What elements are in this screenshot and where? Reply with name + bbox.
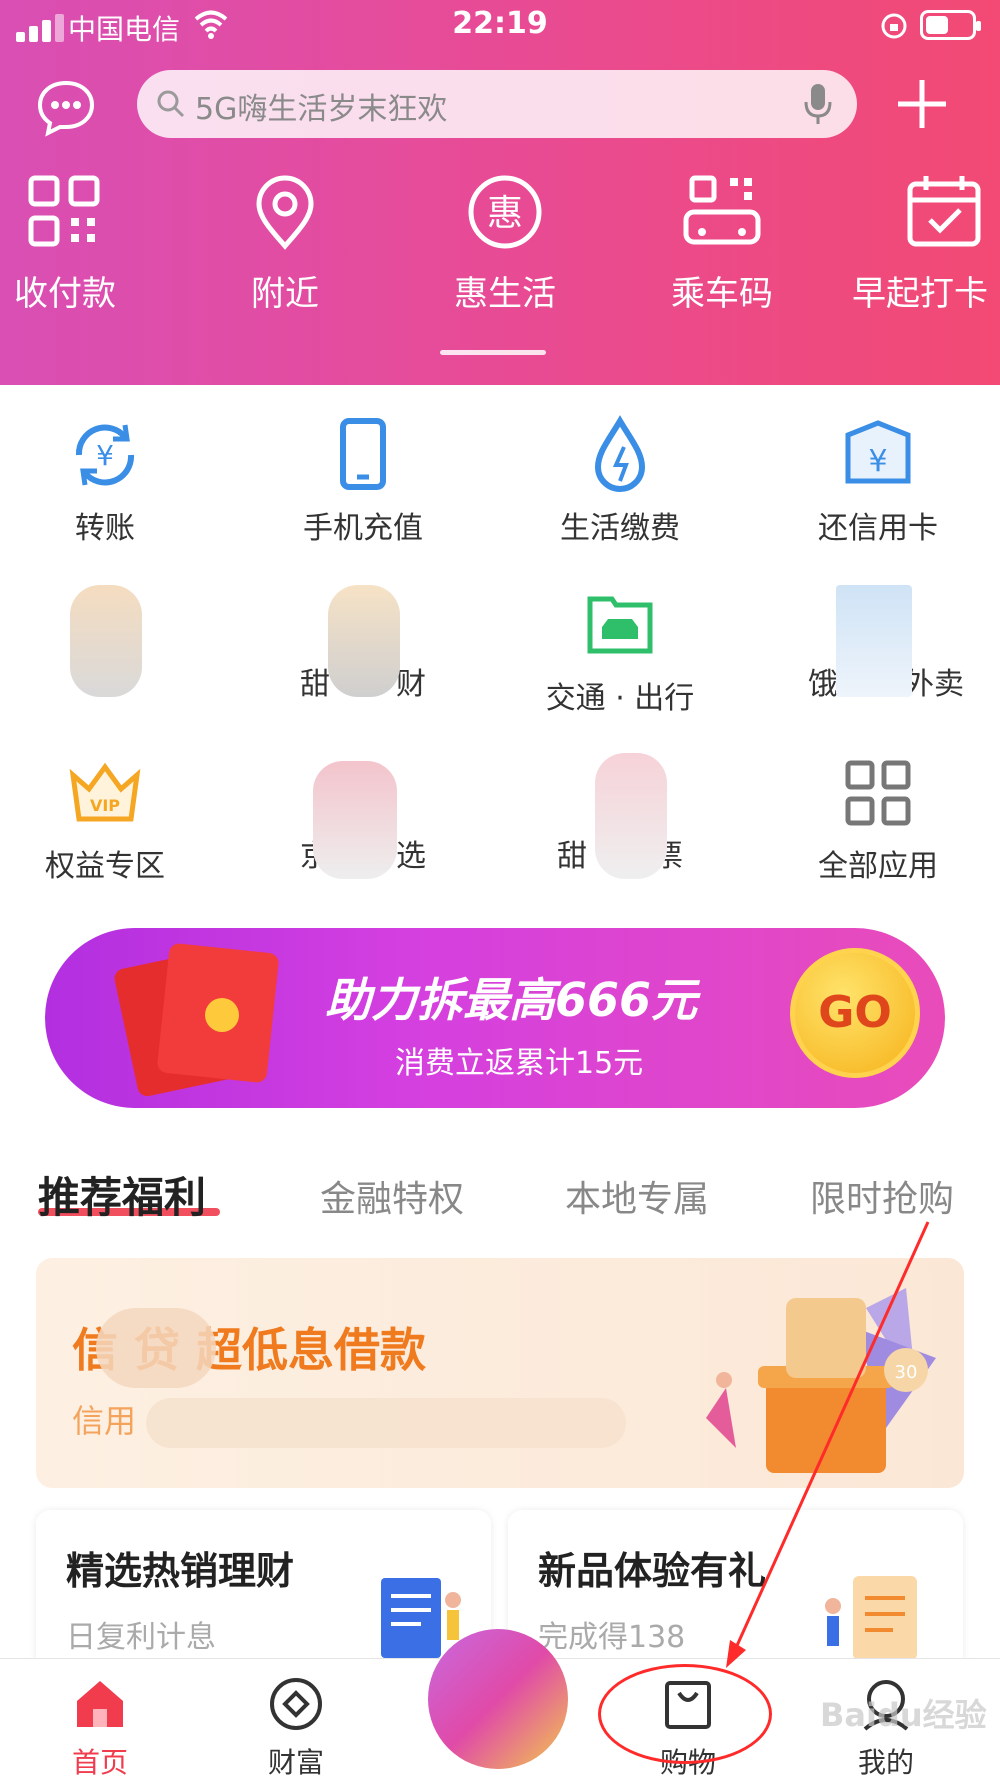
annotation-circle (598, 1664, 772, 1764)
annotation-arrow (726, 1221, 930, 1668)
watermark: Baidu经验 (820, 1696, 987, 1734)
